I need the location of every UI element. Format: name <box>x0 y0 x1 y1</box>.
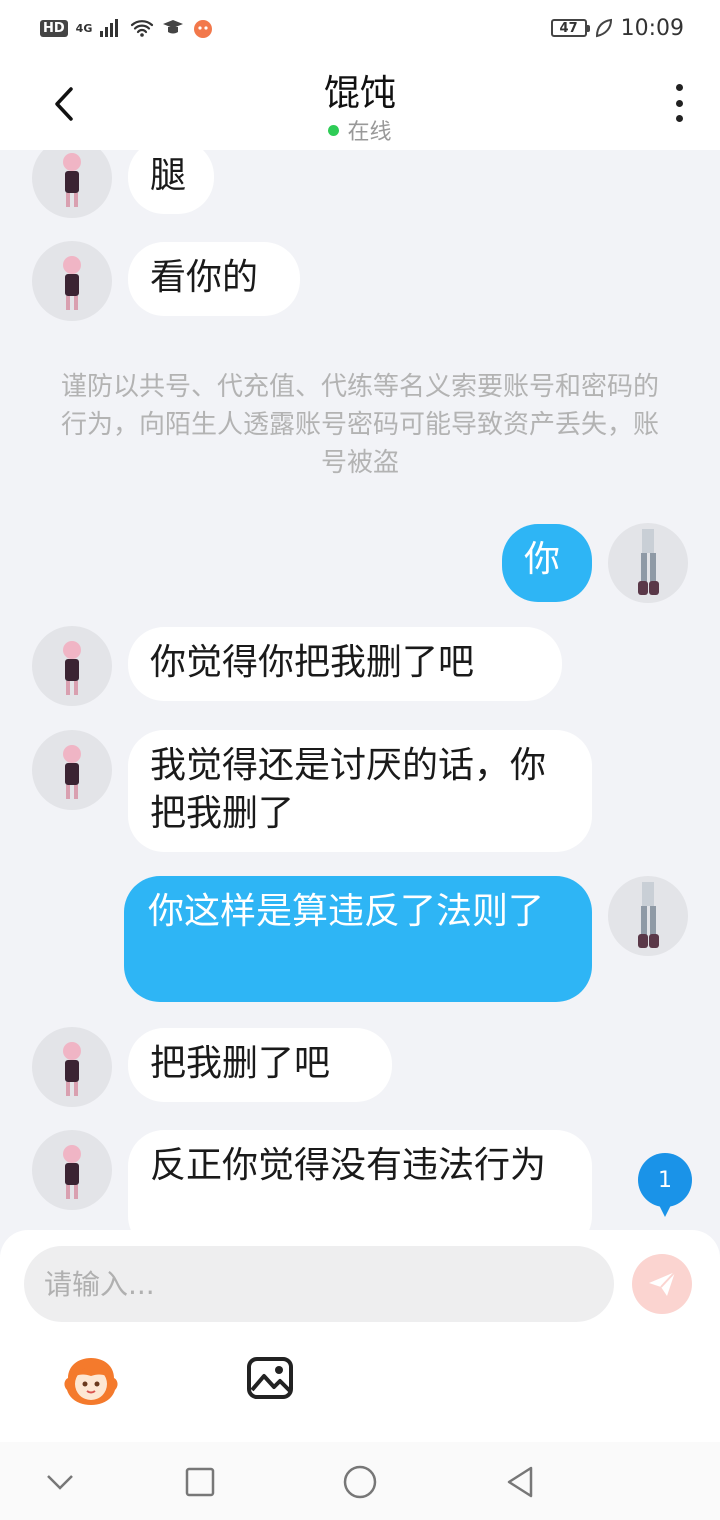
nav-recents-button[interactable] <box>180 1462 220 1502</box>
message-bubble[interactable]: 看你的 <box>128 242 300 316</box>
network-type: 4G <box>75 21 93 35</box>
message-bubble[interactable]: 反正你觉得没有违法行为 <box>128 1130 592 1230</box>
contact-avatar[interactable] <box>32 150 112 218</box>
contact-avatar[interactable] <box>32 241 112 321</box>
nav-back-button[interactable] <box>500 1462 540 1502</box>
message-bubble[interactable]: 腿 <box>128 150 214 214</box>
message-bubble-outgoing[interactable]: 你这样是算违反了法则了 <box>124 876 592 1002</box>
message-text: 我觉得还是讨厌的话，你把我删了 <box>150 745 547 834</box>
message-bubble-outgoing[interactable]: 你 <box>502 524 592 602</box>
unread-count-badge[interactable]: 1 <box>638 1153 692 1217</box>
contact-avatar[interactable] <box>32 1027 112 1107</box>
message-bubble[interactable]: 我觉得还是讨厌的话，你把我删了 <box>128 730 592 852</box>
message-text: 看你的 <box>150 257 259 298</box>
send-icon <box>649 1271 676 1296</box>
leaf-icon <box>595 18 612 38</box>
contact-avatar[interactable] <box>32 1130 112 1210</box>
nav-back-icon <box>507 1466 533 1498</box>
contact-avatar[interactable] <box>32 730 112 810</box>
nav-home-button[interactable] <box>340 1462 380 1502</box>
hd-indicator: HD <box>40 19 68 37</box>
status-bar-left: HD 4G <box>40 17 214 39</box>
more-vertical-icon <box>675 84 683 91</box>
my-avatar[interactable] <box>608 523 688 603</box>
message-text: 把我删了吧 <box>150 1043 331 1084</box>
safety-notice: 谨防以共号、代充值、代练等名义索要账号和密码的行为，向陌生人透露账号密码可能导致… <box>60 372 659 478</box>
clock: 10:09 <box>620 15 684 41</box>
emoji-sticker-button[interactable] <box>62 1356 120 1406</box>
message-text: 反正你觉得没有违法行为 <box>150 1145 547 1186</box>
status-bar-right: 47 10:09 <box>550 15 684 41</box>
message-text: 腿 <box>150 155 187 196</box>
image-picker-button[interactable] <box>246 1356 294 1400</box>
wifi-icon <box>131 20 154 37</box>
message-list[interactable]: 腿 看你的 谨防以共号、代充值、代练等名义索要账号和密码的行为，向陌生人透露账号… <box>0 150 720 1230</box>
online-status-label: 在线 <box>347 120 392 145</box>
image-icon <box>247 1357 293 1399</box>
contact-name: 馄饨 <box>323 73 396 114</box>
nav-home-icon <box>343 1465 377 1499</box>
message-bubble[interactable]: 你觉得你把我删了吧 <box>128 627 562 701</box>
app-notification-icon <box>194 20 213 38</box>
message-text: 你 <box>524 539 561 580</box>
nav-collapse-button[interactable] <box>40 1462 80 1502</box>
nav-collapse-icon <box>47 1475 73 1490</box>
system-nav-bar <box>0 1442 720 1520</box>
my-avatar[interactable] <box>608 876 688 956</box>
status-bar: HD 4G 47 10:09 <box>0 0 720 56</box>
send-button[interactable] <box>632 1254 692 1314</box>
contact-avatar[interactable] <box>32 626 112 706</box>
online-dot-icon <box>328 124 340 136</box>
nav-recents-icon <box>185 1467 215 1497</box>
graduation-cap-icon <box>163 20 184 34</box>
signal-icon <box>100 19 122 37</box>
online-status: 在线 <box>0 114 720 146</box>
emoji-sticker-icon <box>64 1358 118 1405</box>
message-bubble[interactable]: 把我删了吧 <box>128 1028 392 1102</box>
message-text: 你觉得你把我删了吧 <box>150 642 475 683</box>
chat-header: 馄饨 在线 <box>0 56 720 150</box>
message-input[interactable] <box>24 1246 614 1322</box>
input-panel <box>0 1230 720 1442</box>
battery-icon: 47 <box>550 19 590 37</box>
more-options-button[interactable] <box>674 84 684 122</box>
message-text: 你这样是算违反了法则了 <box>148 891 545 932</box>
